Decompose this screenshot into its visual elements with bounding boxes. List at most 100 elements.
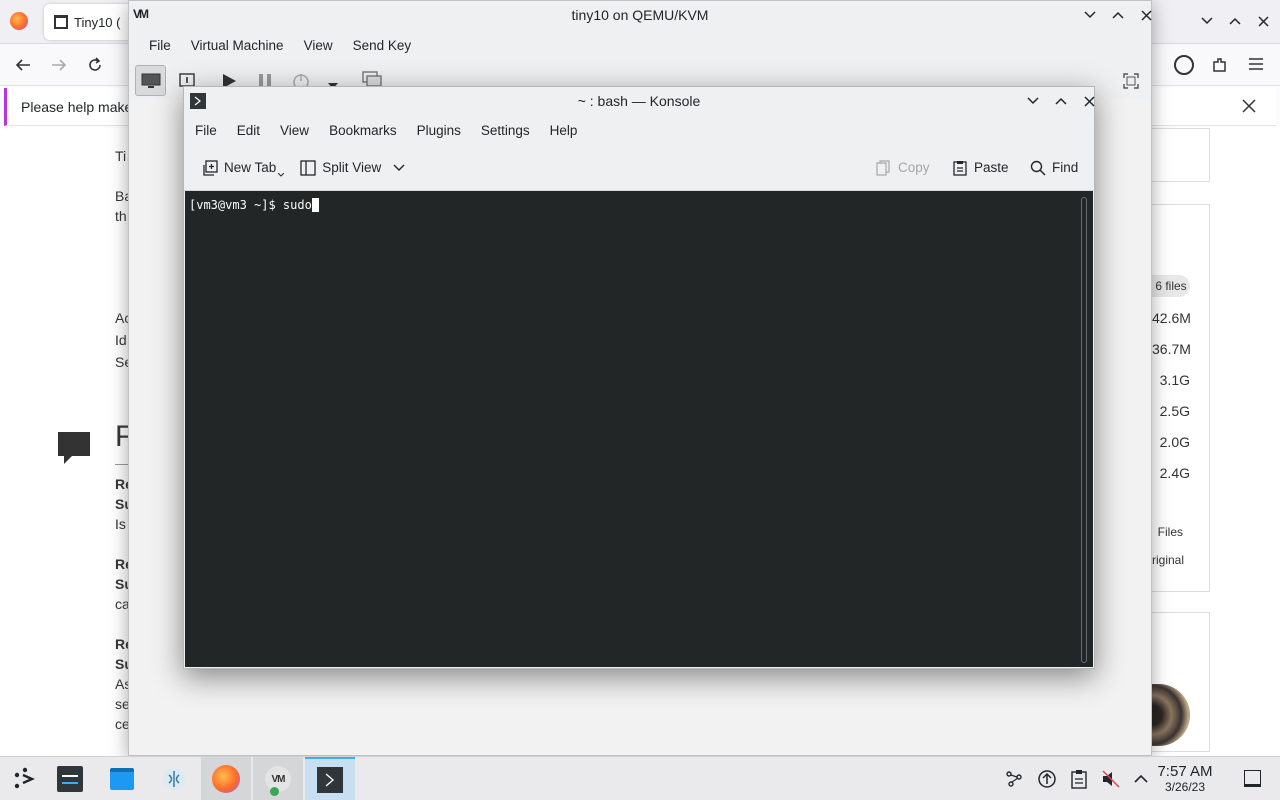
page-text: Re bbox=[115, 556, 128, 572]
menu-virtual-machine[interactable]: Virtual Machine bbox=[181, 38, 294, 53]
new-tab-label: New Tab bbox=[224, 160, 277, 175]
menu-file[interactable]: File bbox=[185, 123, 227, 138]
taskbar-konsole[interactable] bbox=[305, 757, 355, 800]
side-panel bbox=[1152, 128, 1210, 182]
clock-date: 3/26/23 bbox=[1164, 780, 1206, 794]
command-input[interactable]: sudo bbox=[283, 198, 312, 212]
side-link[interactable]: riginal bbox=[1152, 553, 1184, 567]
updates-icon[interactable] bbox=[1037, 769, 1057, 789]
close-icon[interactable] bbox=[1242, 99, 1256, 116]
page-text: Su bbox=[115, 576, 128, 592]
konsole-window-controls bbox=[1026, 94, 1096, 108]
maximize-icon[interactable] bbox=[1111, 8, 1125, 22]
konsole-menubar: File Edit View Bookmarks Plugins Setting… bbox=[184, 115, 1094, 145]
copy-label: Copy bbox=[898, 160, 930, 175]
chevron-down-icon bbox=[278, 172, 285, 177]
clock[interactable]: 7:57 AM 3/26/23 bbox=[1152, 763, 1218, 794]
page-text: Ti bbox=[115, 148, 127, 164]
info-icon bbox=[179, 73, 195, 87]
fullscreen-button[interactable] bbox=[1123, 73, 1139, 92]
file-size: 36.7M bbox=[1152, 341, 1191, 357]
menu-plugins[interactable]: Plugins bbox=[407, 123, 471, 138]
konsole-toolbar: New Tab Split View Copy Paste Find bbox=[184, 145, 1094, 191]
application-launcher[interactable] bbox=[0, 757, 50, 800]
store-icon bbox=[110, 768, 134, 790]
menu-send-key[interactable]: Send Key bbox=[343, 38, 422, 53]
settings-icon bbox=[57, 766, 83, 792]
menu-icon[interactable] bbox=[1248, 57, 1264, 74]
terminal-view[interactable]: [vm3@vm3 ~]$ sudo bbox=[185, 191, 1093, 667]
close-icon[interactable] bbox=[1256, 14, 1270, 28]
maximize-icon[interactable] bbox=[1228, 14, 1242, 28]
file-size: 2.4G bbox=[1159, 465, 1190, 481]
taskbar-discover[interactable] bbox=[97, 757, 147, 800]
page-text: Su bbox=[115, 496, 128, 512]
vm-window-title: tiny10 on QEMU/KVM bbox=[571, 7, 709, 23]
network-icon[interactable] bbox=[1004, 769, 1024, 789]
menu-file[interactable]: File bbox=[139, 38, 181, 53]
page-text: Is bbox=[115, 516, 126, 532]
new-tab-button[interactable]: New Tab bbox=[194, 154, 292, 182]
plasma-icon bbox=[163, 768, 185, 790]
page-text: Ba bbox=[115, 188, 128, 204]
file-size: 3.1G bbox=[1159, 372, 1190, 388]
paste-label: Paste bbox=[974, 160, 1009, 175]
terminal-scrollbar[interactable] bbox=[1081, 197, 1087, 663]
minimize-icon[interactable] bbox=[1083, 8, 1097, 22]
console-view-button[interactable] bbox=[135, 65, 166, 96]
shell-prompt: [vm3@vm3 ~]$ bbox=[189, 198, 283, 212]
split-view-button[interactable]: Split View bbox=[292, 155, 413, 181]
paste-icon bbox=[953, 160, 967, 176]
menu-view[interactable]: View bbox=[270, 123, 319, 138]
taskbar: VM 7:57 AM 3/26/23 bbox=[0, 756, 1280, 800]
chevron-down-icon bbox=[393, 164, 405, 171]
account-icon[interactable] bbox=[1174, 55, 1194, 75]
konsole-window: ~ : bash — Konsole File Edit View Bookma… bbox=[183, 86, 1095, 669]
paste-button[interactable]: Paste bbox=[944, 155, 1017, 181]
extensions-icon[interactable] bbox=[1211, 56, 1229, 77]
close-icon[interactable] bbox=[1139, 8, 1153, 22]
page-text: Se bbox=[115, 354, 128, 370]
copy-icon bbox=[876, 159, 890, 176]
files-badge: 6 files bbox=[1152, 275, 1190, 297]
menu-bookmarks[interactable]: Bookmarks bbox=[319, 123, 407, 138]
minimize-icon[interactable] bbox=[1026, 94, 1040, 108]
close-icon[interactable] bbox=[1082, 94, 1096, 108]
text-cursor bbox=[311, 198, 319, 212]
vm-window-controls bbox=[1083, 8, 1153, 22]
menu-view[interactable]: View bbox=[294, 38, 343, 53]
system-tray bbox=[1004, 757, 1148, 800]
taskbar-firefox[interactable] bbox=[201, 757, 251, 800]
volume-muted-icon[interactable] bbox=[1101, 769, 1121, 789]
menu-settings[interactable]: Settings bbox=[471, 123, 540, 138]
page-text: ce bbox=[115, 716, 128, 732]
minimize-icon[interactable] bbox=[1200, 14, 1214, 28]
side-link[interactable]: Files bbox=[1152, 525, 1183, 539]
taskbar-virt-manager[interactable]: VM bbox=[253, 757, 303, 800]
menu-help[interactable]: Help bbox=[540, 123, 588, 138]
split-view-icon bbox=[300, 159, 316, 176]
vm-titlebar: VM tiny10 on QEMU/KVM bbox=[129, 1, 1153, 29]
search-icon bbox=[1030, 160, 1046, 176]
page-text-fragments: Ti Ba th Ac Id Se F Re Su Is Re Su ca Re… bbox=[0, 0, 128, 756]
taskbar-system-settings[interactable] bbox=[45, 757, 95, 800]
file-size: 2.0G bbox=[1159, 434, 1190, 450]
taskbar-app[interactable] bbox=[149, 757, 199, 800]
file-size: 2.5G bbox=[1159, 403, 1190, 419]
page-text: th bbox=[115, 208, 127, 224]
monitor-icon bbox=[141, 73, 160, 88]
copy-button[interactable]: Copy bbox=[868, 155, 938, 181]
konsole-window-title: ~ : bash — Konsole bbox=[577, 93, 701, 109]
maximize-icon[interactable] bbox=[1054, 94, 1068, 108]
page-text: Su bbox=[115, 656, 128, 672]
page-text: ca bbox=[115, 596, 128, 612]
show-desktop-button[interactable] bbox=[1244, 770, 1261, 787]
clock-time: 7:57 AM bbox=[1157, 763, 1213, 780]
new-tab-icon bbox=[203, 159, 218, 176]
page-text: Ac bbox=[115, 310, 128, 326]
chevron-up-icon[interactable] bbox=[1134, 774, 1148, 784]
clipboard-icon[interactable] bbox=[1070, 769, 1088, 789]
page-text: Re bbox=[115, 636, 128, 652]
find-button[interactable]: Find bbox=[1022, 155, 1086, 181]
menu-edit[interactable]: Edit bbox=[227, 123, 270, 138]
